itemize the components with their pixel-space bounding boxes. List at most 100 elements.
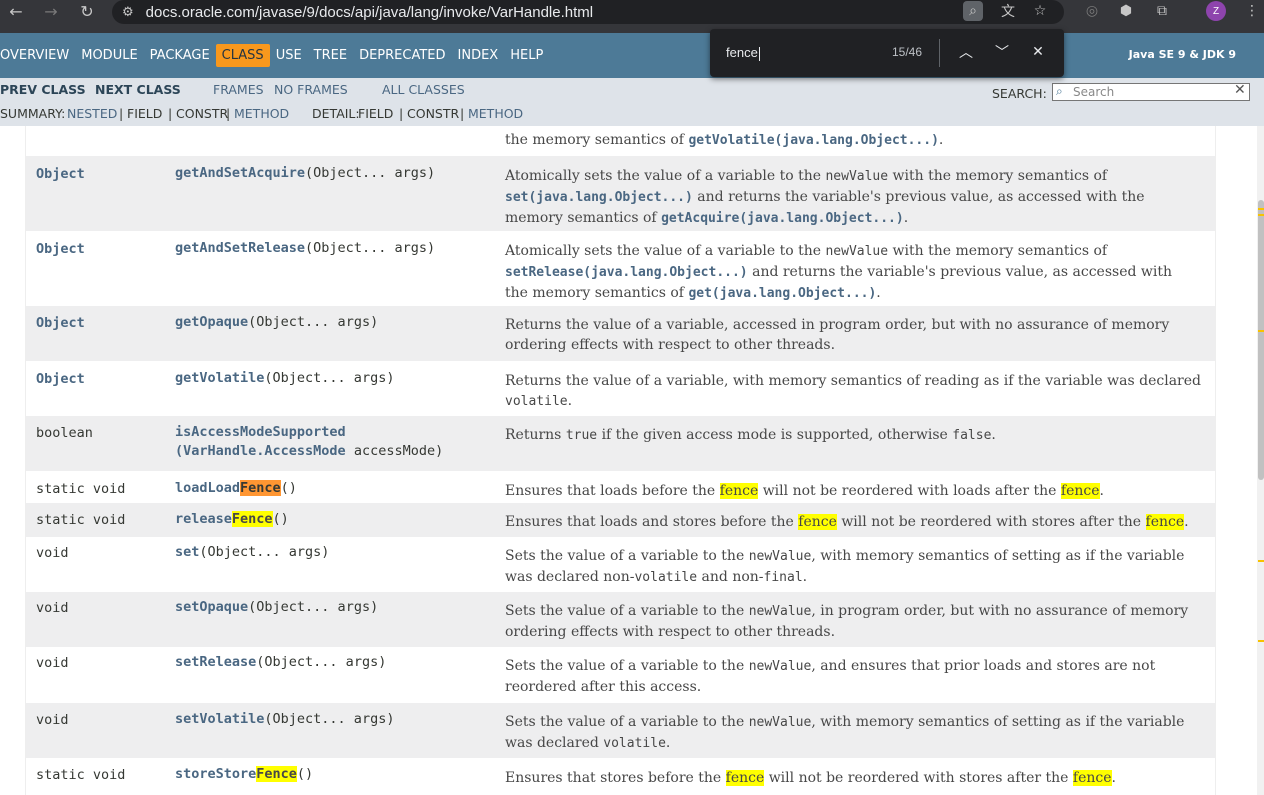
find-match: Fence	[231, 511, 273, 527]
method-link[interactable]: getVolatile	[175, 370, 264, 386]
nav-index[interactable]: INDEX	[452, 48, 505, 63]
detail-method-link[interactable]: METHOD	[468, 106, 523, 121]
extension-shield-icon[interactable]: ⬢	[1114, 0, 1138, 22]
method-description: Ensures that stores before the fence wil…	[505, 770, 1116, 786]
method-description: Sets the value of a variable to the newV…	[505, 658, 1156, 695]
method-description: Ensures that loads before the fence will…	[505, 483, 1104, 499]
no-frames-link[interactable]: NO FRAMES	[274, 82, 348, 97]
nav-deprecated[interactable]: DEPRECATED	[353, 48, 451, 63]
method-link[interactable]: storeStoreFence	[175, 766, 297, 782]
return-type-link[interactable]: Object	[36, 315, 85, 331]
site-info-icon[interactable]: ⚙	[122, 5, 134, 20]
method-signature: getVolatile(Object... args)	[175, 370, 395, 386]
menu-kebab-icon[interactable]: ⋮	[1240, 0, 1264, 22]
all-classes-link[interactable]: ALL CLASSES	[382, 82, 465, 97]
method-link[interactable]: getVolatile(java.lang.Object...)	[688, 133, 938, 148]
method-link[interactable]: setOpaque	[175, 599, 248, 615]
nav-use[interactable]: USE	[270, 48, 308, 63]
method-link[interactable]: getAndSetRelease	[175, 240, 305, 256]
method-description: Sets the value of a variable to the newV…	[505, 714, 1185, 751]
return-type-link[interactable]: Object	[36, 371, 85, 387]
find-match: fence	[725, 770, 765, 786]
frames-link[interactable]: FRAMES	[213, 82, 264, 97]
forward-arrow-icon[interactable]: →	[40, 0, 62, 22]
method-description: Atomically sets the value of a variable …	[505, 243, 1172, 301]
nav-module[interactable]: MODULE	[75, 48, 143, 63]
scroll-match-marker	[1258, 330, 1264, 332]
next-class-link[interactable]: NEXT CLASS	[95, 82, 181, 97]
find-match: fence	[798, 514, 837, 530]
table-row: static void releaseFence() Ensures that …	[25, 503, 1216, 537]
reload-icon[interactable]: ↻	[76, 0, 98, 22]
address-bar[interactable]: ⚙ docs.oracle.com/javase/9/docs/api/java…	[112, 0, 1064, 24]
find-match-count: 15/46	[892, 45, 923, 59]
summary-field: FIELD	[127, 106, 163, 121]
method-link[interactable]: setVolatile	[175, 711, 264, 727]
method-link[interactable]: getAndSetAcquire	[175, 165, 305, 181]
separator: |	[399, 106, 404, 121]
scroll-match-marker	[1258, 214, 1264, 216]
method-signature: setVolatile(Object... args)	[175, 711, 395, 727]
find-match: fence	[1145, 514, 1185, 530]
find-close-icon[interactable]: ✕	[1028, 42, 1048, 62]
return-type: static void	[36, 481, 126, 497]
extension-icon[interactable]: ◎	[1080, 0, 1104, 22]
top-navigation: OVERVIEW MODULE PACKAGE CLASS USE TREE D…	[0, 33, 1264, 78]
bookmark-star-icon[interactable]: ☆	[1028, 0, 1052, 22]
sub-navigation: PREV CLASS NEXT CLASS FRAMES NO FRAMES A…	[0, 78, 1264, 126]
table-row: boolean isAccessModeSupported (VarHandle.…	[25, 416, 1216, 471]
return-type-link[interactable]: Object	[36, 241, 85, 257]
method-link[interactable]: isAccessModeSupported	[175, 424, 346, 440]
summary-constr: CONSTR	[176, 106, 229, 121]
detail-constr: CONSTR	[407, 106, 460, 121]
method-link[interactable]: setRelease	[175, 654, 256, 670]
translate-icon[interactable]: 文	[996, 0, 1020, 22]
nav-tree[interactable]: TREE	[308, 48, 353, 63]
nav-help[interactable]: HELP	[504, 48, 549, 63]
method-link[interactable]: set	[175, 544, 199, 560]
nav-overview[interactable]: OVERVIEW	[0, 48, 75, 63]
method-signature: storeStoreFence()	[175, 766, 314, 782]
method-link[interactable]: getOpaque	[175, 314, 248, 330]
scroll-match-marker	[1258, 560, 1264, 562]
find-in-page-icon[interactable]: ⌕	[963, 1, 983, 21]
scrollbar-thumb[interactable]	[1258, 200, 1264, 480]
summary-method-link[interactable]: METHOD	[234, 106, 289, 121]
search-reset-icon[interactable]: ✕	[1234, 82, 1246, 98]
nav-package[interactable]: PACKAGE	[144, 48, 216, 63]
return-type: void	[36, 545, 69, 561]
detail-field: FIELD	[358, 106, 394, 121]
search-icon: ⌕	[1056, 84, 1063, 98]
summary-nested-link[interactable]: NESTED	[67, 106, 117, 121]
return-type: void	[36, 655, 69, 671]
return-type-link[interactable]: Object	[36, 166, 85, 182]
return-type: void	[36, 712, 69, 728]
find-previous-icon[interactable]: ︿	[956, 42, 976, 62]
method-link[interactable]: loadLoadFence	[175, 480, 281, 496]
back-arrow-icon[interactable]: ←	[5, 0, 27, 22]
profile-avatar[interactable]: Z	[1206, 1, 1226, 21]
method-description: Atomically sets the value of a variable …	[505, 168, 1145, 226]
browser-toolbar: ← → ↻ ⚙ docs.oracle.com/javase/9/docs/ap…	[0, 0, 1264, 33]
method-description: Ensures that loads and stores before the…	[505, 514, 1189, 530]
scroll-match-marker	[1258, 640, 1264, 642]
find-input[interactable]: fence	[726, 45, 760, 61]
method-signature: loadLoadFence()	[175, 480, 297, 496]
table-row: void setRelease(Object... args) Sets the…	[25, 647, 1216, 703]
table-row: void setVolatile(Object... args) Sets th…	[25, 703, 1216, 758]
prev-class-link[interactable]: PREV CLASS	[0, 82, 86, 97]
method-signature: getOpaque(Object... args)	[175, 314, 379, 330]
find-next-icon[interactable]: ﹀	[992, 42, 1012, 62]
method-signature: getAndSetRelease(Object... args)	[175, 240, 436, 256]
extensions-puzzle-icon[interactable]: ⧉	[1150, 0, 1174, 22]
detail-label: DETAIL:	[312, 106, 360, 121]
find-match-current: Fence	[240, 480, 281, 496]
method-signature: setRelease(Object... args)	[175, 654, 387, 670]
method-link[interactable]: releaseFence	[175, 511, 273, 527]
separator: |	[226, 106, 231, 121]
return-type: static void	[36, 512, 126, 528]
method-description: Returns the value of a variable, with me…	[505, 373, 1201, 409]
search-input[interactable]: Search	[1052, 83, 1250, 101]
method-signature: set(Object... args)	[175, 544, 330, 560]
table-row: void set(Object... args) Sets the value …	[25, 537, 1216, 592]
